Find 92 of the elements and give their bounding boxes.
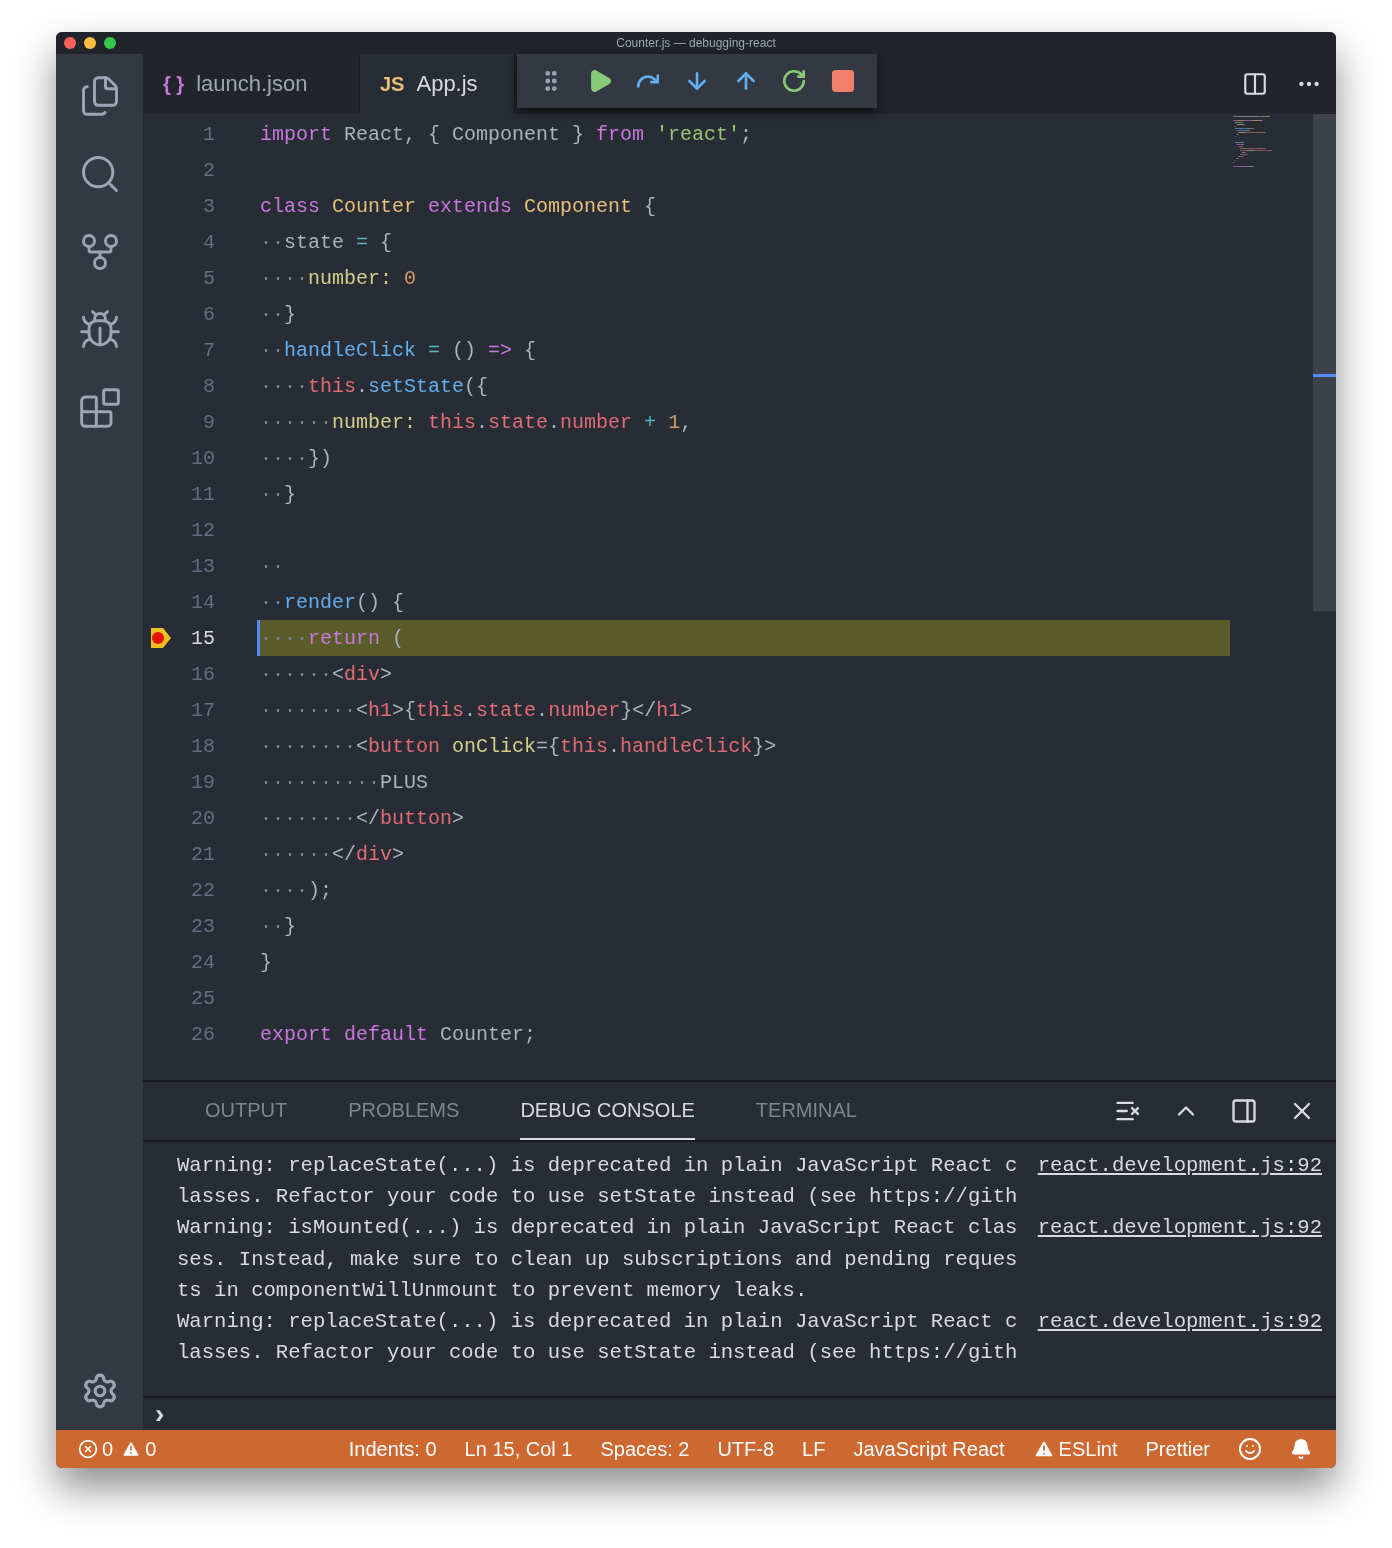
code-line: import React, { Component } from 'react'; [260,122,753,146]
code-line: ··state = { [260,230,393,254]
js-file-icon: JS [380,72,405,96]
code-line: ········</button> [260,806,465,830]
status-item[interactable]: Ln 15, Col 1 [464,1437,573,1461]
tab-label: launch.json [196,71,308,97]
extensions-icon[interactable] [77,386,122,430]
panel-layout-icon[interactable] [1230,1097,1258,1125]
code-line: ······<div> [260,662,393,686]
panel-tab[interactable]: DEBUG CONSOLE [520,1082,695,1140]
line-number: 23 [191,914,215,938]
status-item[interactable]: ESLint [1058,1437,1118,1461]
stop-icon[interactable] [829,68,856,94]
editor-tab[interactable]: JS App.js [360,54,515,114]
code-line: ········<button onClick={this.handleClick}> [260,734,777,758]
code-line: class Counter extends Component { [260,194,657,218]
smiley-icon[interactable] [1238,1437,1262,1461]
code-line: ······</div> [260,842,405,866]
line-number: 15 [191,626,215,650]
window-control-dot[interactable] [104,37,116,49]
scrollbar-thumb[interactable] [1313,114,1336,611]
panel-tab[interactable]: TERMINAL [755,1082,857,1140]
code-line: } [260,950,272,974]
window-control-dot[interactable] [84,37,96,49]
line-number: 13 [191,554,215,578]
panel-tab[interactable]: OUTPUT [205,1082,288,1140]
line-number: 26 [191,1022,215,1046]
window-control-dot[interactable] [64,37,76,49]
window-title: Counter.js — debugging-react [616,36,776,50]
status-item[interactable]: UTF-8 [717,1437,775,1461]
code-line: ··········PLUS [260,770,429,794]
console-message: Warning: replaceState(...) is deprecated in plain JavaScript React classes. Refactor your code to use setState instead (see https://gith [177,1309,1019,1367]
line-number: 17 [191,698,215,722]
line-number: 18 [191,734,215,758]
code-line: ····return ( [260,626,405,650]
status-item[interactable]: Prettier [1145,1437,1210,1461]
status-item[interactable]: LF [802,1437,826,1461]
line-number: 19 [191,770,215,794]
line-number: 12 [191,518,215,542]
bell-icon[interactable] [1290,1438,1312,1460]
status-item[interactable]: JavaScript React [853,1437,1005,1461]
status-item[interactable]: Indents: 0 [348,1437,437,1461]
line-number: 1 [203,122,215,146]
code-line: ··} [260,302,297,326]
code-line: ····); [260,878,333,902]
line-number: 21 [191,842,215,866]
error-icon [78,1439,98,1459]
restart-icon[interactable] [781,68,808,94]
code-line: ······number: this.state.number + 1, [260,410,693,434]
source-link[interactable]: react.development.js:92 [1037,1150,1322,1213]
line-number: 5 [203,266,215,290]
breakpoint-marker [1313,374,1336,377]
line-number: 24 [191,950,215,974]
json-file-icon: { } [163,72,185,96]
code-line: ·· [260,554,284,578]
line-number: 6 [203,302,215,326]
line-number: 3 [203,194,215,218]
code-line: ····this.setState({ [260,374,489,398]
code-line: ········<h1>{this.state.number}</h1> [260,698,693,722]
tab-label: App.js [416,71,478,97]
code-line: ····number: 0 [260,266,417,290]
line-number: 14 [191,590,215,614]
code-line: ··} [260,482,297,506]
line-number: 2 [203,158,215,182]
code-line: ··handleClick = () => { [260,338,537,362]
line-number: 11 [191,482,215,506]
warning-icon [1032,1438,1055,1460]
panel-tab[interactable]: PROBLEMS [348,1082,460,1140]
code-line: export default Counter; [260,1022,537,1046]
code-line: ··} [260,914,297,938]
line-number: 25 [191,986,215,1010]
console-prompt[interactable]: › [155,1398,165,1430]
source-link[interactable]: react.development.js:92 [1037,1306,1322,1369]
line-number: 8 [203,374,215,398]
code-line: ··render() { [260,590,405,614]
line-number: 9 [203,410,215,434]
status-item[interactable]: Spaces: 2 [600,1437,690,1461]
source-link[interactable]: react.development.js:92 [1037,1212,1322,1306]
console-message: Warning: isMounted(...) is deprecated in plain JavaScript React classes. Instead, make sure to clean up subscriptions and pending requests in componentWillUnmount to prevent memory leaks. [177,1215,1019,1304]
console-message: Warning: replaceState(...) is deprecated in plain JavaScript React classes. Refactor your code to use setState instead (see https://gith [177,1153,1019,1211]
line-number: 20 [191,806,215,830]
split-editor-icon[interactable] [1242,71,1268,97]
error-count[interactable]: 0 [78,1437,114,1461]
line-number: 10 [191,446,215,470]
warning-count[interactable]: 0 [121,1437,157,1461]
line-number: 7 [203,338,215,362]
line-number: 22 [191,878,215,902]
code-line: ····}) [260,446,333,470]
breakpoint-icon[interactable] [149,626,173,650]
line-number: 4 [203,230,215,254]
line-number: 16 [191,662,215,686]
warning-icon [121,1439,142,1459]
